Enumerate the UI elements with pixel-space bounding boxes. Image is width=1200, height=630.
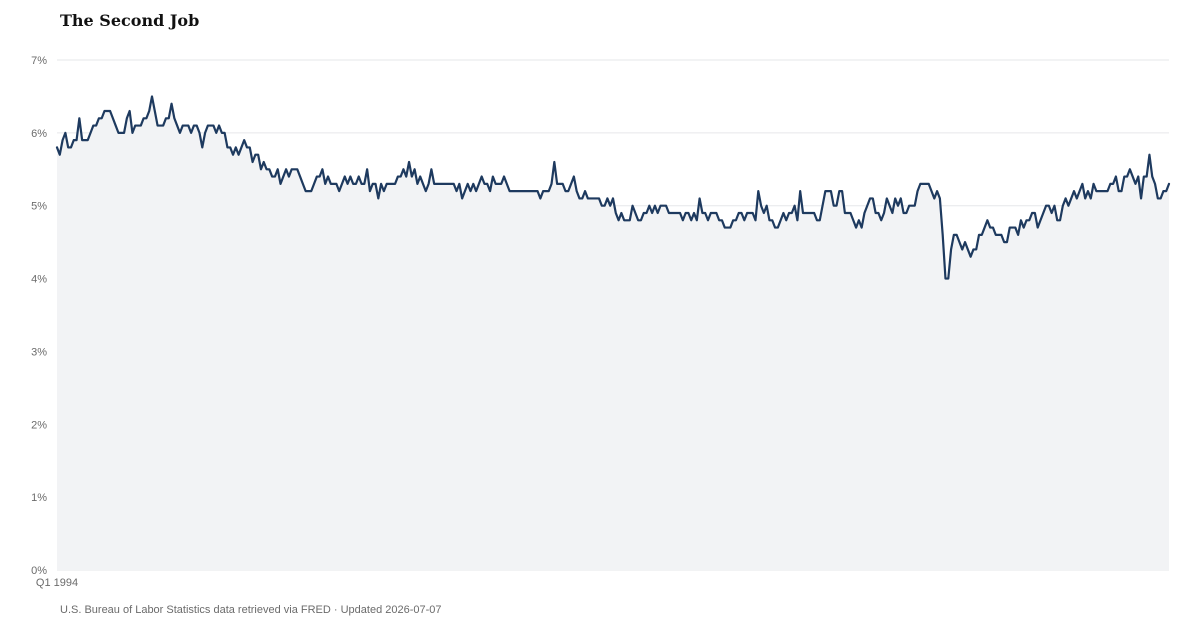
x-axis-tick-labels: Q1 1994	[36, 577, 78, 589]
y-tick-label: 3%	[31, 346, 47, 358]
y-tick-label: 0%	[31, 565, 47, 577]
y-tick-label: 4%	[31, 274, 47, 286]
y-axis-tick-labels: 0% 1% 2% 3% 4% 5% 6% 7%	[31, 55, 47, 577]
y-tick-label: 1%	[31, 492, 47, 504]
y-tick-label: 2%	[31, 419, 47, 431]
source-footer: U.S. Bureau of Labor Statistics data ret…	[60, 604, 442, 616]
chart-area-fill	[57, 96, 1169, 571]
y-tick-label: 7%	[31, 55, 47, 67]
line-chart: 0% 1% 2% 3% 4% 5% 6% 7% Q1 1994	[31, 55, 1171, 589]
x-tick-label: Q1 1994	[36, 577, 78, 589]
y-tick-label: 5%	[31, 201, 47, 213]
y-tick-label: 6%	[31, 128, 47, 140]
